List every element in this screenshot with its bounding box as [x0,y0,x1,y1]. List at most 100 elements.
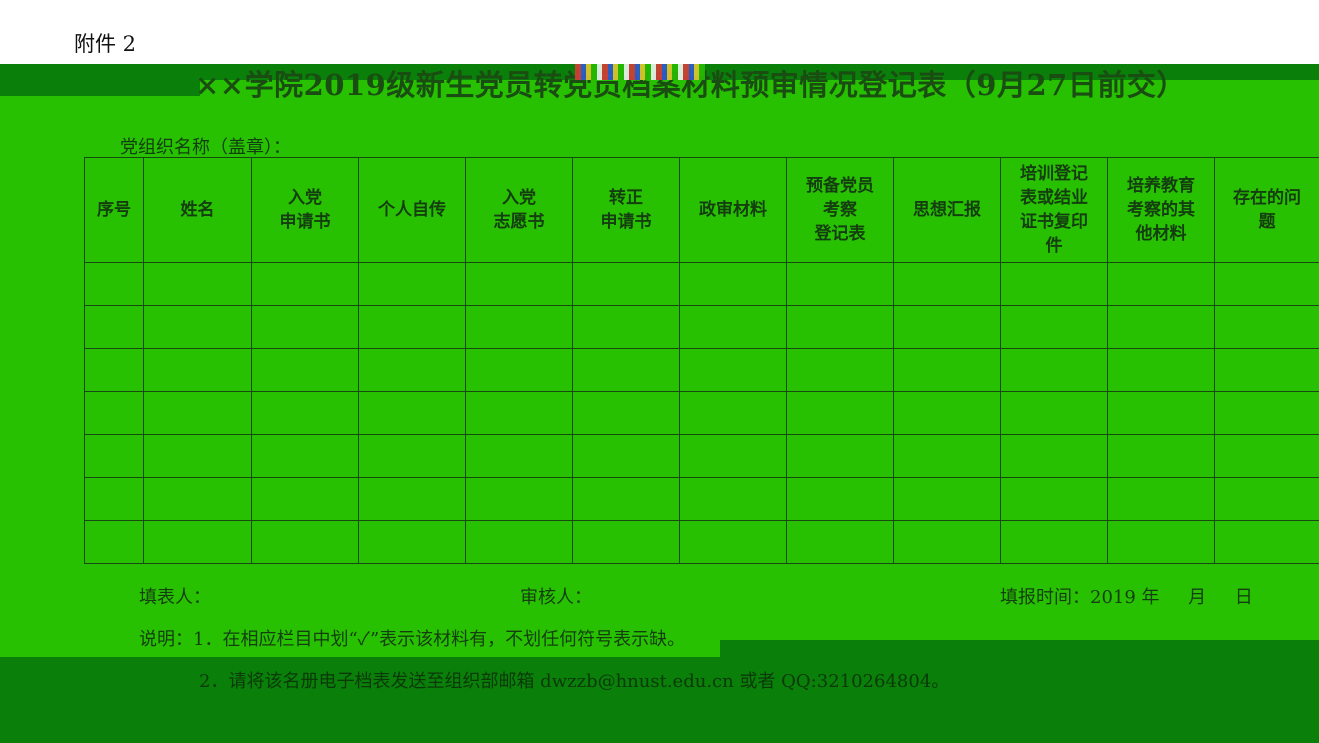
table-cell[interactable] [893,262,1001,306]
table-cell[interactable] [572,434,680,478]
table-cell[interactable] [1214,434,1319,478]
table-cell[interactable] [1000,477,1108,521]
table-cell[interactable] [358,434,466,478]
render-artifact [575,64,705,80]
table-cell[interactable] [358,477,466,521]
table-cell[interactable] [358,391,466,435]
table-cell[interactable] [1214,305,1319,349]
date-label: 填报时间：2019 年 月 日 [1000,587,1253,608]
table-cell[interactable] [251,520,359,564]
table-cell[interactable] [84,520,144,564]
table-cell[interactable] [465,348,573,392]
table-cell[interactable] [1214,520,1319,564]
table-cell[interactable] [679,305,787,349]
table-cell[interactable] [465,305,573,349]
table-cell[interactable] [893,520,1001,564]
table-row [84,434,1319,478]
table-cell[interactable] [1107,348,1215,392]
table-cell[interactable] [251,434,359,478]
table-cell[interactable] [143,477,252,521]
table-cell[interactable] [465,477,573,521]
table-row [84,520,1319,564]
table-cell[interactable] [465,434,573,478]
table-cell[interactable] [1214,348,1319,392]
table-cell[interactable] [1107,477,1215,521]
col-header: 政审材料 [679,157,787,263]
table-cell[interactable] [84,262,144,306]
col-header: 个人自传 [358,157,466,263]
table-cell[interactable] [143,434,252,478]
table-cell[interactable] [679,434,787,478]
table-cell[interactable] [84,348,144,392]
table-cell[interactable] [786,391,894,435]
col-header: 思想汇报 [893,157,1001,263]
table-cell[interactable] [679,520,787,564]
table-header-row: 序号 姓名 入党 申请书 个人自传 入党 志愿书 转正 申请书 政审材料 预备党… [84,157,1319,263]
table-cell[interactable] [358,262,466,306]
table-cell[interactable] [1000,391,1108,435]
table-cell[interactable] [1214,477,1319,521]
table-cell[interactable] [143,391,252,435]
note-line-2: 2．请将该名册电子档表发送至组织部邮箱 dwzzb@hnust.edu.cn 或… [199,671,950,692]
table-cell[interactable] [572,305,680,349]
table-cell[interactable] [251,391,359,435]
table-cell[interactable] [679,348,787,392]
table-cell[interactable] [84,434,144,478]
table-cell[interactable] [1000,520,1108,564]
table-cell[interactable] [465,391,573,435]
col-header: 转正 申请书 [572,157,680,263]
table-cell[interactable] [572,477,680,521]
table-cell[interactable] [1214,262,1319,306]
table-cell[interactable] [143,348,252,392]
table-cell[interactable] [84,477,144,521]
table-cell[interactable] [786,477,894,521]
table-cell[interactable] [786,262,894,306]
table-cell[interactable] [251,262,359,306]
table-cell[interactable] [572,262,680,306]
table-cell[interactable] [143,305,252,349]
table-cell[interactable] [893,348,1001,392]
table-cell[interactable] [143,262,252,306]
table-row [84,477,1319,521]
table-cell[interactable] [465,520,573,564]
table-cell[interactable] [251,348,359,392]
table-row [84,348,1319,392]
table-cell[interactable] [1107,434,1215,478]
table-cell[interactable] [143,520,252,564]
col-header: 入党 志愿书 [465,157,573,263]
col-header: 培养教育 考察的其 他材料 [1107,157,1215,263]
table-cell[interactable] [1107,520,1215,564]
table-cell[interactable] [679,477,787,521]
table-cell[interactable] [84,305,144,349]
table-cell[interactable] [465,262,573,306]
table-cell[interactable] [358,305,466,349]
table-cell[interactable] [1214,391,1319,435]
table-cell[interactable] [1000,348,1108,392]
table-cell[interactable] [84,391,144,435]
table-cell[interactable] [679,262,787,306]
table-cell[interactable] [786,348,894,392]
attachment-label: 附件 2 [74,32,137,56]
table-cell[interactable] [786,434,894,478]
table-cell[interactable] [358,520,466,564]
col-header: 序号 [84,157,144,263]
table-cell[interactable] [1107,262,1215,306]
table-cell[interactable] [679,391,787,435]
table-cell[interactable] [786,520,894,564]
table-cell[interactable] [1000,305,1108,349]
table-cell[interactable] [1000,262,1108,306]
table-cell[interactable] [251,305,359,349]
table-cell[interactable] [1000,434,1108,478]
table-cell[interactable] [893,434,1001,478]
table-cell[interactable] [786,305,894,349]
table-cell[interactable] [572,391,680,435]
table-cell[interactable] [893,305,1001,349]
table-cell[interactable] [1107,391,1215,435]
table-cell[interactable] [358,348,466,392]
table-cell[interactable] [251,477,359,521]
table-cell[interactable] [893,391,1001,435]
table-cell[interactable] [1107,305,1215,349]
table-cell[interactable] [572,348,680,392]
table-cell[interactable] [572,520,680,564]
table-cell[interactable] [893,477,1001,521]
